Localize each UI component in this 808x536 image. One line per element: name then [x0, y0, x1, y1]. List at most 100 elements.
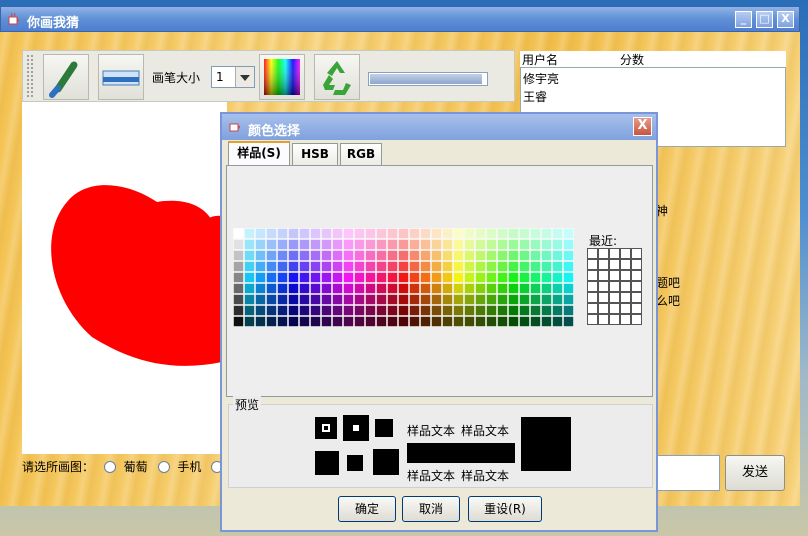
color-swatch[interactable] [486, 283, 497, 294]
color-swatch[interactable] [552, 228, 563, 239]
color-swatch[interactable] [563, 250, 574, 261]
color-swatch[interactable] [508, 305, 519, 316]
maximize-button[interactable]: □ [756, 11, 773, 28]
recent-swatch[interactable] [631, 248, 642, 259]
color-swatch[interactable] [354, 294, 365, 305]
color-swatch[interactable] [288, 283, 299, 294]
color-swatch[interactable] [266, 294, 277, 305]
list-item[interactable]: 修宇亮 [523, 70, 559, 87]
color-swatch[interactable] [288, 228, 299, 239]
color-swatch[interactable] [244, 228, 255, 239]
color-swatch[interactable] [277, 239, 288, 250]
color-swatch[interactable] [453, 316, 464, 327]
color-swatch[interactable] [343, 272, 354, 283]
recent-swatch[interactable] [609, 292, 620, 303]
color-swatch[interactable] [453, 228, 464, 239]
color-swatch[interactable] [409, 305, 420, 316]
color-swatch[interactable] [365, 272, 376, 283]
color-swatch[interactable] [541, 305, 552, 316]
color-swatch[interactable] [530, 316, 541, 327]
recent-swatch[interactable] [587, 314, 598, 325]
color-swatch[interactable] [299, 239, 310, 250]
color-swatch[interactable] [354, 239, 365, 250]
swatch-grid[interactable] [233, 228, 578, 330]
color-swatch[interactable] [519, 228, 530, 239]
color-swatch[interactable] [288, 239, 299, 250]
color-swatch[interactable] [277, 272, 288, 283]
color-swatch[interactable] [310, 283, 321, 294]
recent-swatch[interactable] [609, 259, 620, 270]
color-swatch[interactable] [409, 228, 420, 239]
color-swatch[interactable] [409, 294, 420, 305]
color-swatch[interactable] [354, 272, 365, 283]
color-swatch[interactable] [398, 239, 409, 250]
color-swatch[interactable] [332, 272, 343, 283]
color-swatch[interactable] [255, 316, 266, 327]
color-swatch[interactable] [321, 305, 332, 316]
color-swatch[interactable] [398, 294, 409, 305]
color-swatch[interactable] [365, 239, 376, 250]
recent-swatch[interactable] [609, 248, 620, 259]
color-swatch[interactable] [398, 305, 409, 316]
color-swatch[interactable] [255, 261, 266, 272]
color-swatch[interactable] [563, 305, 574, 316]
color-swatch[interactable] [277, 250, 288, 261]
color-swatch[interactable] [343, 294, 354, 305]
color-swatch[interactable] [343, 239, 354, 250]
color-swatch[interactable] [354, 283, 365, 294]
recent-swatch[interactable] [620, 314, 631, 325]
tab-rgb[interactable]: RGB [340, 143, 382, 165]
color-swatch[interactable] [321, 316, 332, 327]
recent-swatch[interactable] [620, 259, 631, 270]
color-swatch[interactable] [321, 228, 332, 239]
ok-button[interactable]: 确定 [338, 496, 396, 522]
color-swatch[interactable] [453, 239, 464, 250]
color-swatch[interactable] [299, 261, 310, 272]
color-swatch[interactable] [431, 272, 442, 283]
color-swatch[interactable] [486, 250, 497, 261]
color-swatch[interactable] [530, 239, 541, 250]
recent-swatch[interactable] [631, 270, 642, 281]
color-swatch[interactable] [563, 283, 574, 294]
tab-swatches[interactable]: 样品(S) [228, 141, 290, 165]
color-swatch[interactable] [255, 272, 266, 283]
color-swatch[interactable] [431, 261, 442, 272]
color-swatch[interactable] [354, 250, 365, 261]
color-swatch[interactable] [552, 305, 563, 316]
color-swatch[interactable] [563, 239, 574, 250]
list-item[interactable]: 王睿 [523, 88, 547, 105]
color-swatch[interactable] [453, 261, 464, 272]
recent-swatch[interactable] [587, 270, 598, 281]
color-swatch[interactable] [321, 272, 332, 283]
color-swatch[interactable] [277, 305, 288, 316]
color-swatch[interactable] [277, 294, 288, 305]
color-swatch[interactable] [464, 250, 475, 261]
color-swatch[interactable] [541, 283, 552, 294]
color-swatch[interactable] [508, 228, 519, 239]
color-swatch[interactable] [486, 239, 497, 250]
color-swatch[interactable] [442, 272, 453, 283]
radio-phone[interactable] [157, 460, 170, 473]
color-swatch[interactable] [365, 305, 376, 316]
recent-swatch[interactable] [620, 281, 631, 292]
color-swatch[interactable] [464, 272, 475, 283]
color-swatch[interactable] [431, 316, 442, 327]
color-swatch[interactable] [376, 261, 387, 272]
color-swatch[interactable] [519, 250, 530, 261]
color-swatch[interactable] [530, 294, 541, 305]
send-button[interactable]: 发送 [725, 455, 785, 491]
color-swatch[interactable] [310, 261, 321, 272]
color-swatch[interactable] [508, 250, 519, 261]
color-swatch[interactable] [255, 305, 266, 316]
color-swatch[interactable] [497, 239, 508, 250]
color-swatch[interactable] [420, 305, 431, 316]
color-swatch[interactable] [464, 283, 475, 294]
color-swatch[interactable] [288, 294, 299, 305]
recent-swatch[interactable] [609, 314, 620, 325]
color-swatch[interactable] [530, 261, 541, 272]
color-swatch[interactable] [398, 272, 409, 283]
color-swatch[interactable] [530, 305, 541, 316]
color-swatch[interactable] [442, 239, 453, 250]
color-swatch[interactable] [420, 261, 431, 272]
recent-swatch[interactable] [609, 281, 620, 292]
